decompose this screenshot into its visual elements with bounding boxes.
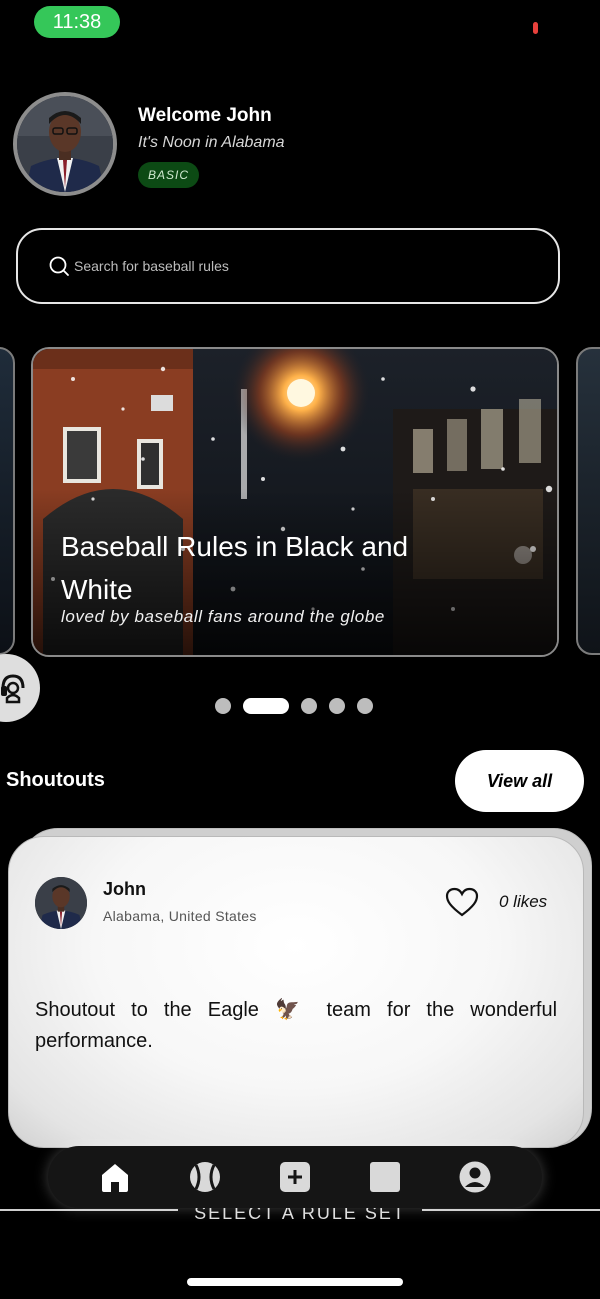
nav-baseball[interactable] <box>185 1157 225 1197</box>
profile-avatar[interactable] <box>13 92 117 196</box>
person-portrait-icon <box>17 96 113 192</box>
featured-banner[interactable]: Baseball Rules in Black and White loved … <box>31 347 559 657</box>
profile-icon <box>459 1161 491 1193</box>
banner-subtitle: loved by baseball fans around the globe <box>61 607 385 626</box>
search-bar[interactable] <box>16 228 560 304</box>
support-button[interactable] <box>0 654 40 722</box>
welcome-heading: Welcome John <box>138 105 272 126</box>
shoutout-card[interactable]: John Alabama, United States 0 likes Shou… <box>8 836 584 1148</box>
nav-home[interactable] <box>95 1157 135 1197</box>
post-author-name: John <box>103 879 146 899</box>
pagination-dot[interactable] <box>301 698 317 714</box>
nav-profile[interactable] <box>455 1157 495 1197</box>
search-icon <box>49 256 69 276</box>
nav-library[interactable] <box>365 1157 405 1197</box>
carousel-prev-card[interactable] <box>0 347 15 655</box>
post-text-start: Shoutout to the Eagle <box>35 999 259 1021</box>
carousel-next-card[interactable] <box>576 347 600 655</box>
post-author-location: Alabama, United States <box>103 908 257 924</box>
recording-indicator <box>533 22 538 34</box>
eagle-emoji: 🦅 <box>274 999 311 1021</box>
heart-icon[interactable] <box>445 887 479 917</box>
support-agent-icon <box>1 674 25 704</box>
home-indicator[interactable] <box>187 1278 403 1286</box>
likes-count: 0 likes <box>499 892 548 911</box>
pagination-dot-active[interactable] <box>243 698 289 714</box>
view-all-button[interactable]: View all <box>455 750 584 812</box>
pagination-dot[interactable] <box>329 698 345 714</box>
home-icon <box>102 1164 128 1192</box>
square-icon <box>370 1162 400 1192</box>
pagination-dot[interactable] <box>357 698 373 714</box>
post-text: Shoutout to the Eagle 🦅 team for the won… <box>35 995 557 1057</box>
status-time: 11:38 <box>34 6 120 38</box>
banner-title: Baseball Rules in Black and White <box>61 531 409 605</box>
bottom-nav <box>48 1146 542 1208</box>
plan-badge: BASIC <box>138 162 200 188</box>
nav-add[interactable] <box>275 1157 315 1197</box>
person-portrait-icon <box>35 877 87 929</box>
search-input[interactable] <box>74 250 494 282</box>
post-author-avatar[interactable] <box>35 877 87 929</box>
baseball-icon <box>190 1162 220 1192</box>
pagination-dot[interactable] <box>215 698 231 714</box>
carousel-pagination <box>215 697 373 715</box>
greeting-subtitle: It's Noon in Alabama <box>138 134 285 151</box>
add-icon <box>280 1162 310 1192</box>
shoutouts-heading: Shoutouts <box>6 769 105 791</box>
